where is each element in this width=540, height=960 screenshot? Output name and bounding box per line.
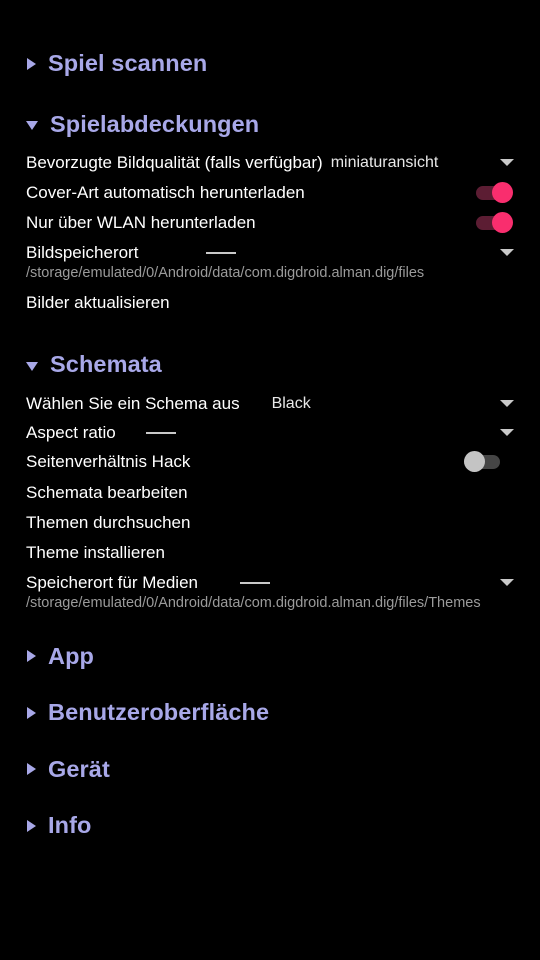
- section-title: Schemata: [50, 351, 162, 377]
- triangle-right-icon: [27, 763, 36, 776]
- pref-row-cover-art-auto-download[interactable]: Cover-Art automatisch herunterladen: [26, 182, 514, 204]
- pref-title: Speicherort für Medien: [26, 572, 198, 592]
- section-header-spiel-scannen[interactable]: Spiel scannen: [26, 50, 514, 76]
- chevron-down-icon[interactable]: [500, 399, 514, 407]
- pref-row-bildqualitaet[interactable]: Bevorzugte Bildqualität (falls verfügbar…: [26, 152, 514, 173]
- section-header-benutzeroberflaeche[interactable]: Benutzeroberfläche: [26, 699, 514, 725]
- switch-thumb: [492, 182, 513, 203]
- pref-row-bilder-aktualisieren[interactable]: Bilder aktualisieren: [26, 292, 514, 313]
- pref-row-schema-auswahl[interactable]: Wählen Sie ein Schema aus Black: [26, 393, 514, 414]
- triangle-down-icon: [26, 361, 38, 371]
- chevron-down-icon[interactable]: [500, 159, 514, 166]
- section-title: Spielabdeckungen: [50, 110, 260, 137]
- pref-value: miniaturansicht: [330, 154, 439, 171]
- chevron-down-icon[interactable]: [500, 249, 514, 256]
- pref-row-themen-durchsuchen[interactable]: Themen durchsuchen: [26, 512, 514, 533]
- pref-title: Wählen Sie ein Schema aus: [26, 393, 240, 413]
- section-title: App: [48, 642, 94, 669]
- pref-value-dash: [145, 431, 176, 434]
- triangle-right-icon: [27, 650, 36, 663]
- pref-title: Bilder aktualisieren: [26, 293, 170, 312]
- toggle-wlan-only[interactable]: [476, 212, 514, 234]
- pref-title: Bildspeicherort: [26, 243, 139, 262]
- pref-row-speicherort-medien[interactable]: Speicherort für Medien /storage/emulated…: [26, 572, 514, 613]
- chevron-down-icon[interactable]: [500, 428, 514, 436]
- toggle-seitenverhaeltnis-hack[interactable]: [464, 450, 502, 473]
- pref-title: Theme installieren: [26, 542, 165, 562]
- toggle-cover-art-auto-download[interactable]: [476, 182, 514, 204]
- pref-title: Schemata bearbeiten: [26, 482, 188, 502]
- pref-value-dash: [239, 581, 270, 584]
- section-header-spielabdeckungen[interactable]: Spielabdeckungen: [26, 110, 514, 137]
- pref-row-bildspeicherort[interactable]: Bildspeicherort /storage/emulated/0/Andr…: [26, 242, 514, 283]
- section-header-geraet[interactable]: Gerät: [26, 755, 514, 782]
- triangle-right-icon: [27, 57, 36, 70]
- pref-value-dash: [206, 252, 237, 254]
- pref-value: Black: [271, 394, 311, 412]
- settings-screen: Spiel scannen Spielabdeckungen Bevorzugt…: [0, 0, 540, 960]
- pref-row-theme-installieren[interactable]: Theme installieren: [26, 542, 514, 563]
- pref-title: Cover-Art automatisch herunterladen: [26, 183, 305, 202]
- triangle-right-icon: [27, 706, 36, 719]
- pref-title: Aspect ratio: [26, 422, 116, 442]
- section-title: Info: [48, 812, 92, 838]
- pref-row-aspect-ratio[interactable]: Aspect ratio: [26, 422, 514, 443]
- chevron-down-icon[interactable]: [500, 578, 514, 586]
- pref-summary: /storage/emulated/0/Android/data/com.dig…: [26, 594, 481, 611]
- section-title: Spiel scannen: [48, 50, 208, 76]
- triangle-down-icon: [26, 121, 38, 131]
- pref-row-schemata-bearbeiten[interactable]: Schemata bearbeiten: [26, 482, 514, 503]
- switch-thumb: [464, 450, 485, 472]
- pref-row-seitenverhaeltnis-hack[interactable]: Seitenverhältnis Hack: [26, 450, 514, 473]
- pref-title: Themen durchsuchen: [26, 512, 191, 532]
- pref-title: Bevorzugte Bildqualität (falls verfügbar…: [26, 153, 323, 172]
- pref-title: Seitenverhältnis Hack: [26, 451, 191, 471]
- pref-row-wlan-only[interactable]: Nur über WLAN herunterladen: [26, 212, 514, 234]
- pref-summary: /storage/emulated/0/Android/data/com.dig…: [26, 265, 425, 281]
- section-header-app[interactable]: App: [26, 642, 514, 669]
- pref-title: Nur über WLAN herunterladen: [26, 213, 256, 232]
- section-header-schemata[interactable]: Schemata: [26, 351, 514, 377]
- switch-thumb: [492, 212, 513, 233]
- triangle-right-icon: [27, 819, 36, 832]
- section-title: Benutzeroberfläche: [48, 699, 270, 725]
- section-header-info[interactable]: Info: [26, 812, 514, 838]
- section-title: Gerät: [48, 755, 110, 782]
